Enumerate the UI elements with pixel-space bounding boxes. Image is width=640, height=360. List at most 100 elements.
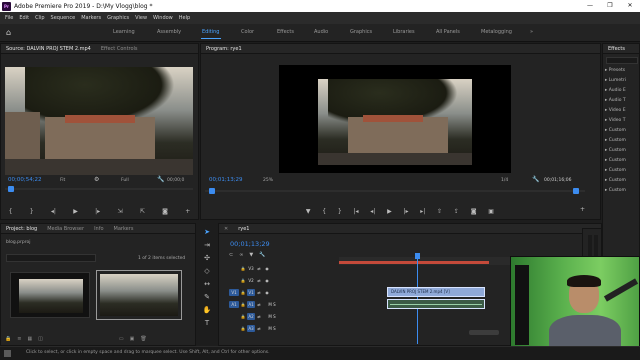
workspace-all-panels[interactable]: All Panels xyxy=(436,29,460,35)
lock-icon[interactable]: 🔒 xyxy=(239,289,247,296)
menu-file[interactable]: File xyxy=(5,15,13,21)
source-patch[interactable] xyxy=(229,325,239,332)
source-patch[interactable] xyxy=(229,313,239,320)
step-forward-icon[interactable]: |▸ xyxy=(95,208,100,215)
mark-in-icon[interactable]: { xyxy=(322,208,326,215)
effect-folder-item[interactable]: ▸ Video T xyxy=(605,118,639,128)
linked-selection-icon[interactable]: ∞ xyxy=(239,252,243,260)
program-playhead-left[interactable] xyxy=(209,188,215,194)
effect-folder-item[interactable]: ▸ Video E xyxy=(605,108,639,118)
source-patch[interactable]: V1 xyxy=(229,288,239,296)
track-name[interactable]: A1 xyxy=(247,300,255,308)
camera-icon[interactable]: ◙ xyxy=(471,208,477,215)
list-view-icon[interactable]: ≡ xyxy=(17,336,21,342)
wrench-icon[interactable]: 🔧 xyxy=(157,176,164,183)
workspace-editing[interactable]: Editing xyxy=(202,29,219,35)
workspace-libraries[interactable]: Libraries xyxy=(393,29,415,35)
sync-lock-icon[interactable]: ⇄ xyxy=(255,325,263,332)
menu-help[interactable]: Help xyxy=(179,15,190,21)
menu-edit[interactable]: Edit xyxy=(19,15,29,21)
mark-out-icon[interactable]: } xyxy=(338,208,342,215)
resolution-fraction[interactable]: 1/4 xyxy=(501,178,508,183)
close-sequence-icon[interactable]: ✕ xyxy=(219,226,233,232)
effect-folder-item[interactable]: ▸ Custom xyxy=(605,138,639,148)
menu-graphics[interactable]: Graphics xyxy=(107,15,129,21)
add-button-icon[interactable]: + xyxy=(580,206,585,213)
sync-lock-icon[interactable]: ⇄ xyxy=(255,277,263,284)
lock-icon[interactable]: 🔒 xyxy=(5,336,11,342)
add-button-icon[interactable]: + xyxy=(185,208,190,215)
program-timecode[interactable]: 00;01;13;29 xyxy=(209,177,243,183)
tab-markers[interactable]: Markers xyxy=(109,226,139,232)
workspace-learning[interactable]: Learning xyxy=(113,29,135,35)
lock-icon[interactable]: 🔒 xyxy=(239,313,247,320)
tab-project[interactable]: Project: blog xyxy=(1,226,42,232)
quality-dropdown[interactable]: Full xyxy=(121,178,129,183)
compare-icon[interactable]: ▣ xyxy=(488,208,494,215)
source-scrub-bar[interactable] xyxy=(5,188,193,190)
source-patch[interactable] xyxy=(229,265,239,272)
add-marker-icon[interactable]: ▼ xyxy=(249,252,253,260)
timeline-scrollbar[interactable] xyxy=(469,330,499,335)
effect-folder-item[interactable]: ▸ Presets xyxy=(605,68,639,78)
source-video-frame[interactable] xyxy=(5,67,193,175)
sync-lock-icon[interactable]: ⇄ xyxy=(255,289,263,296)
project-thumbnail-selected[interactable] xyxy=(96,270,182,320)
tab-program[interactable]: Program: rye1 xyxy=(201,46,247,52)
eye-icon[interactable]: ◉ xyxy=(263,277,271,284)
menu-window[interactable]: Window xyxy=(153,15,173,21)
pen-tool-icon[interactable]: ✎ xyxy=(203,293,212,302)
marker-icon[interactable]: ▼ xyxy=(306,208,311,215)
lock-icon[interactable]: 🔒 xyxy=(239,265,247,272)
mute-solo-buttons[interactable]: M S xyxy=(263,301,281,308)
lock-icon[interactable]: 🔒 xyxy=(239,325,247,332)
audio-clip[interactable] xyxy=(387,299,485,309)
effect-folder-item[interactable]: ▸ Audio T xyxy=(605,98,639,108)
track-name[interactable]: V1 xyxy=(247,288,255,296)
settings-icon[interactable]: ⚙ xyxy=(94,176,99,183)
mute-solo-buttons[interactable]: M S xyxy=(263,325,281,332)
selection-tool-icon[interactable]: ➤ xyxy=(203,228,212,237)
lock-icon[interactable]: 🔒 xyxy=(239,301,247,308)
extract-icon[interactable]: ⇪ xyxy=(454,208,459,215)
effect-folder-item[interactable]: ▸ Lumetri xyxy=(605,78,639,88)
track-name[interactable]: V2 xyxy=(247,277,255,284)
track-name[interactable]: A3 xyxy=(247,324,255,332)
overwrite-icon[interactable]: ⇱ xyxy=(140,208,145,215)
project-thumbnail[interactable] xyxy=(10,272,90,318)
eye-icon[interactable]: ◉ xyxy=(263,265,271,272)
camera-icon[interactable]: ◙ xyxy=(162,208,168,215)
effects-search-input[interactable] xyxy=(606,57,638,64)
step-back-icon[interactable]: ◂| xyxy=(51,208,56,215)
razor-tool-icon[interactable]: ◇ xyxy=(203,267,212,276)
timeline-timecode[interactable]: 00;01;13;29 xyxy=(230,240,270,248)
effect-folder-item[interactable]: ▸ Custom xyxy=(605,178,639,188)
menu-view[interactable]: View xyxy=(135,15,147,21)
source-patch[interactable]: A1 xyxy=(229,300,239,308)
program-scrub-bar[interactable] xyxy=(205,190,585,192)
tab-effect-controls[interactable]: Effect Controls xyxy=(96,46,143,52)
timeline-settings-icon[interactable]: 🔧 xyxy=(259,252,265,260)
menu-sequence[interactable]: Sequence xyxy=(51,15,76,21)
project-search-input[interactable] xyxy=(6,254,96,262)
sync-lock-icon[interactable]: ⇄ xyxy=(255,265,263,272)
track-name[interactable]: V3 xyxy=(247,265,255,272)
effect-folder-item[interactable]: ▸ Audio E xyxy=(605,88,639,98)
sync-lock-icon[interactable]: ⇄ xyxy=(255,301,263,308)
minimize-button[interactable]: — xyxy=(580,0,600,12)
tab-source[interactable]: Source: DALVIN PROJ STEM 2.mp4 xyxy=(1,46,96,52)
tab-media-browser[interactable]: Media Browser xyxy=(42,226,89,232)
source-timecode[interactable]: 00;00;54;22 xyxy=(8,177,42,183)
effect-folder-item[interactable]: ▸ Custom xyxy=(605,158,639,168)
icon-view-icon[interactable]: ▦ xyxy=(27,336,32,342)
video-clip[interactable]: DALVIN PROJ STEM 2.mp4 [V] xyxy=(387,287,485,297)
go-to-in-icon[interactable]: |◂ xyxy=(353,208,358,215)
effect-folder-item[interactable]: ▸ Custom xyxy=(605,148,639,158)
wrench-icon[interactable]: 🔧 xyxy=(532,176,539,183)
track-select-tool-icon[interactable]: ⇥ xyxy=(203,241,212,250)
program-playhead[interactable] xyxy=(573,188,579,194)
workspace-color[interactable]: Color xyxy=(241,29,254,35)
mute-solo-buttons[interactable]: M S xyxy=(263,313,281,320)
sync-lock-icon[interactable]: ⇄ xyxy=(255,313,263,320)
home-icon[interactable]: ⌂ xyxy=(6,28,16,38)
